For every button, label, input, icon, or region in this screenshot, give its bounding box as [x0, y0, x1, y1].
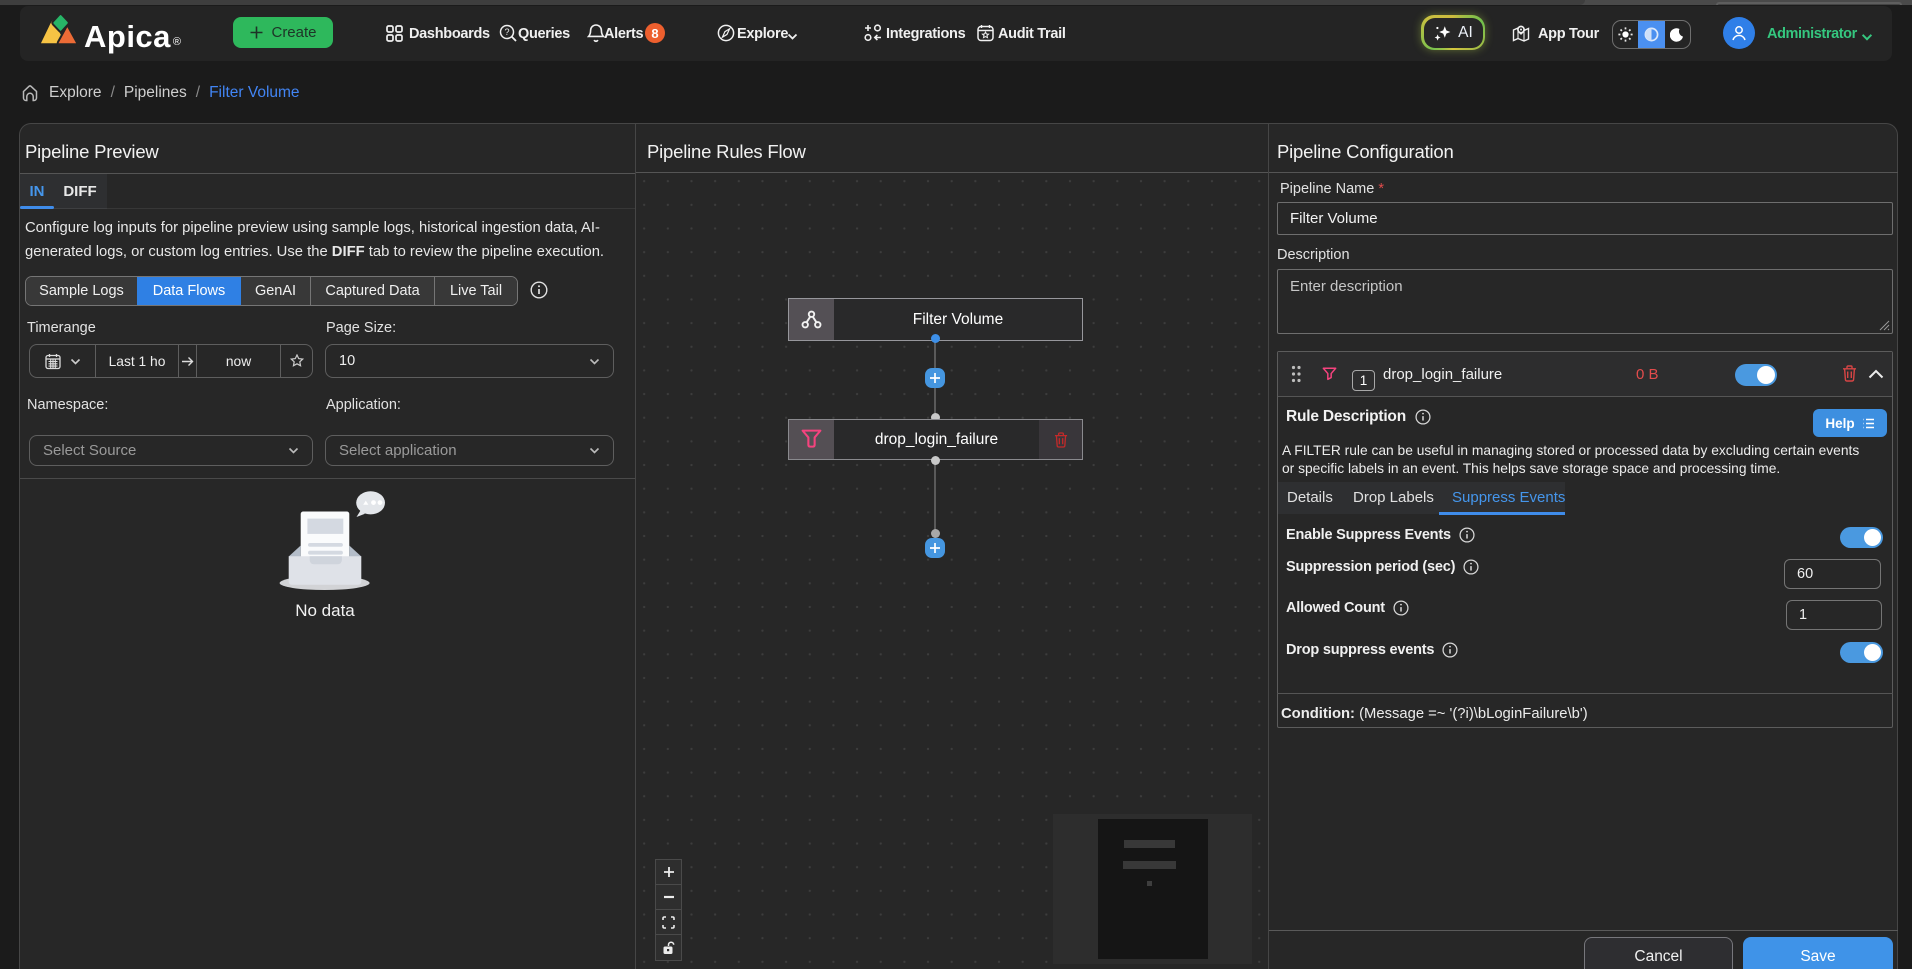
svg-text:?: ?: [504, 27, 509, 37]
